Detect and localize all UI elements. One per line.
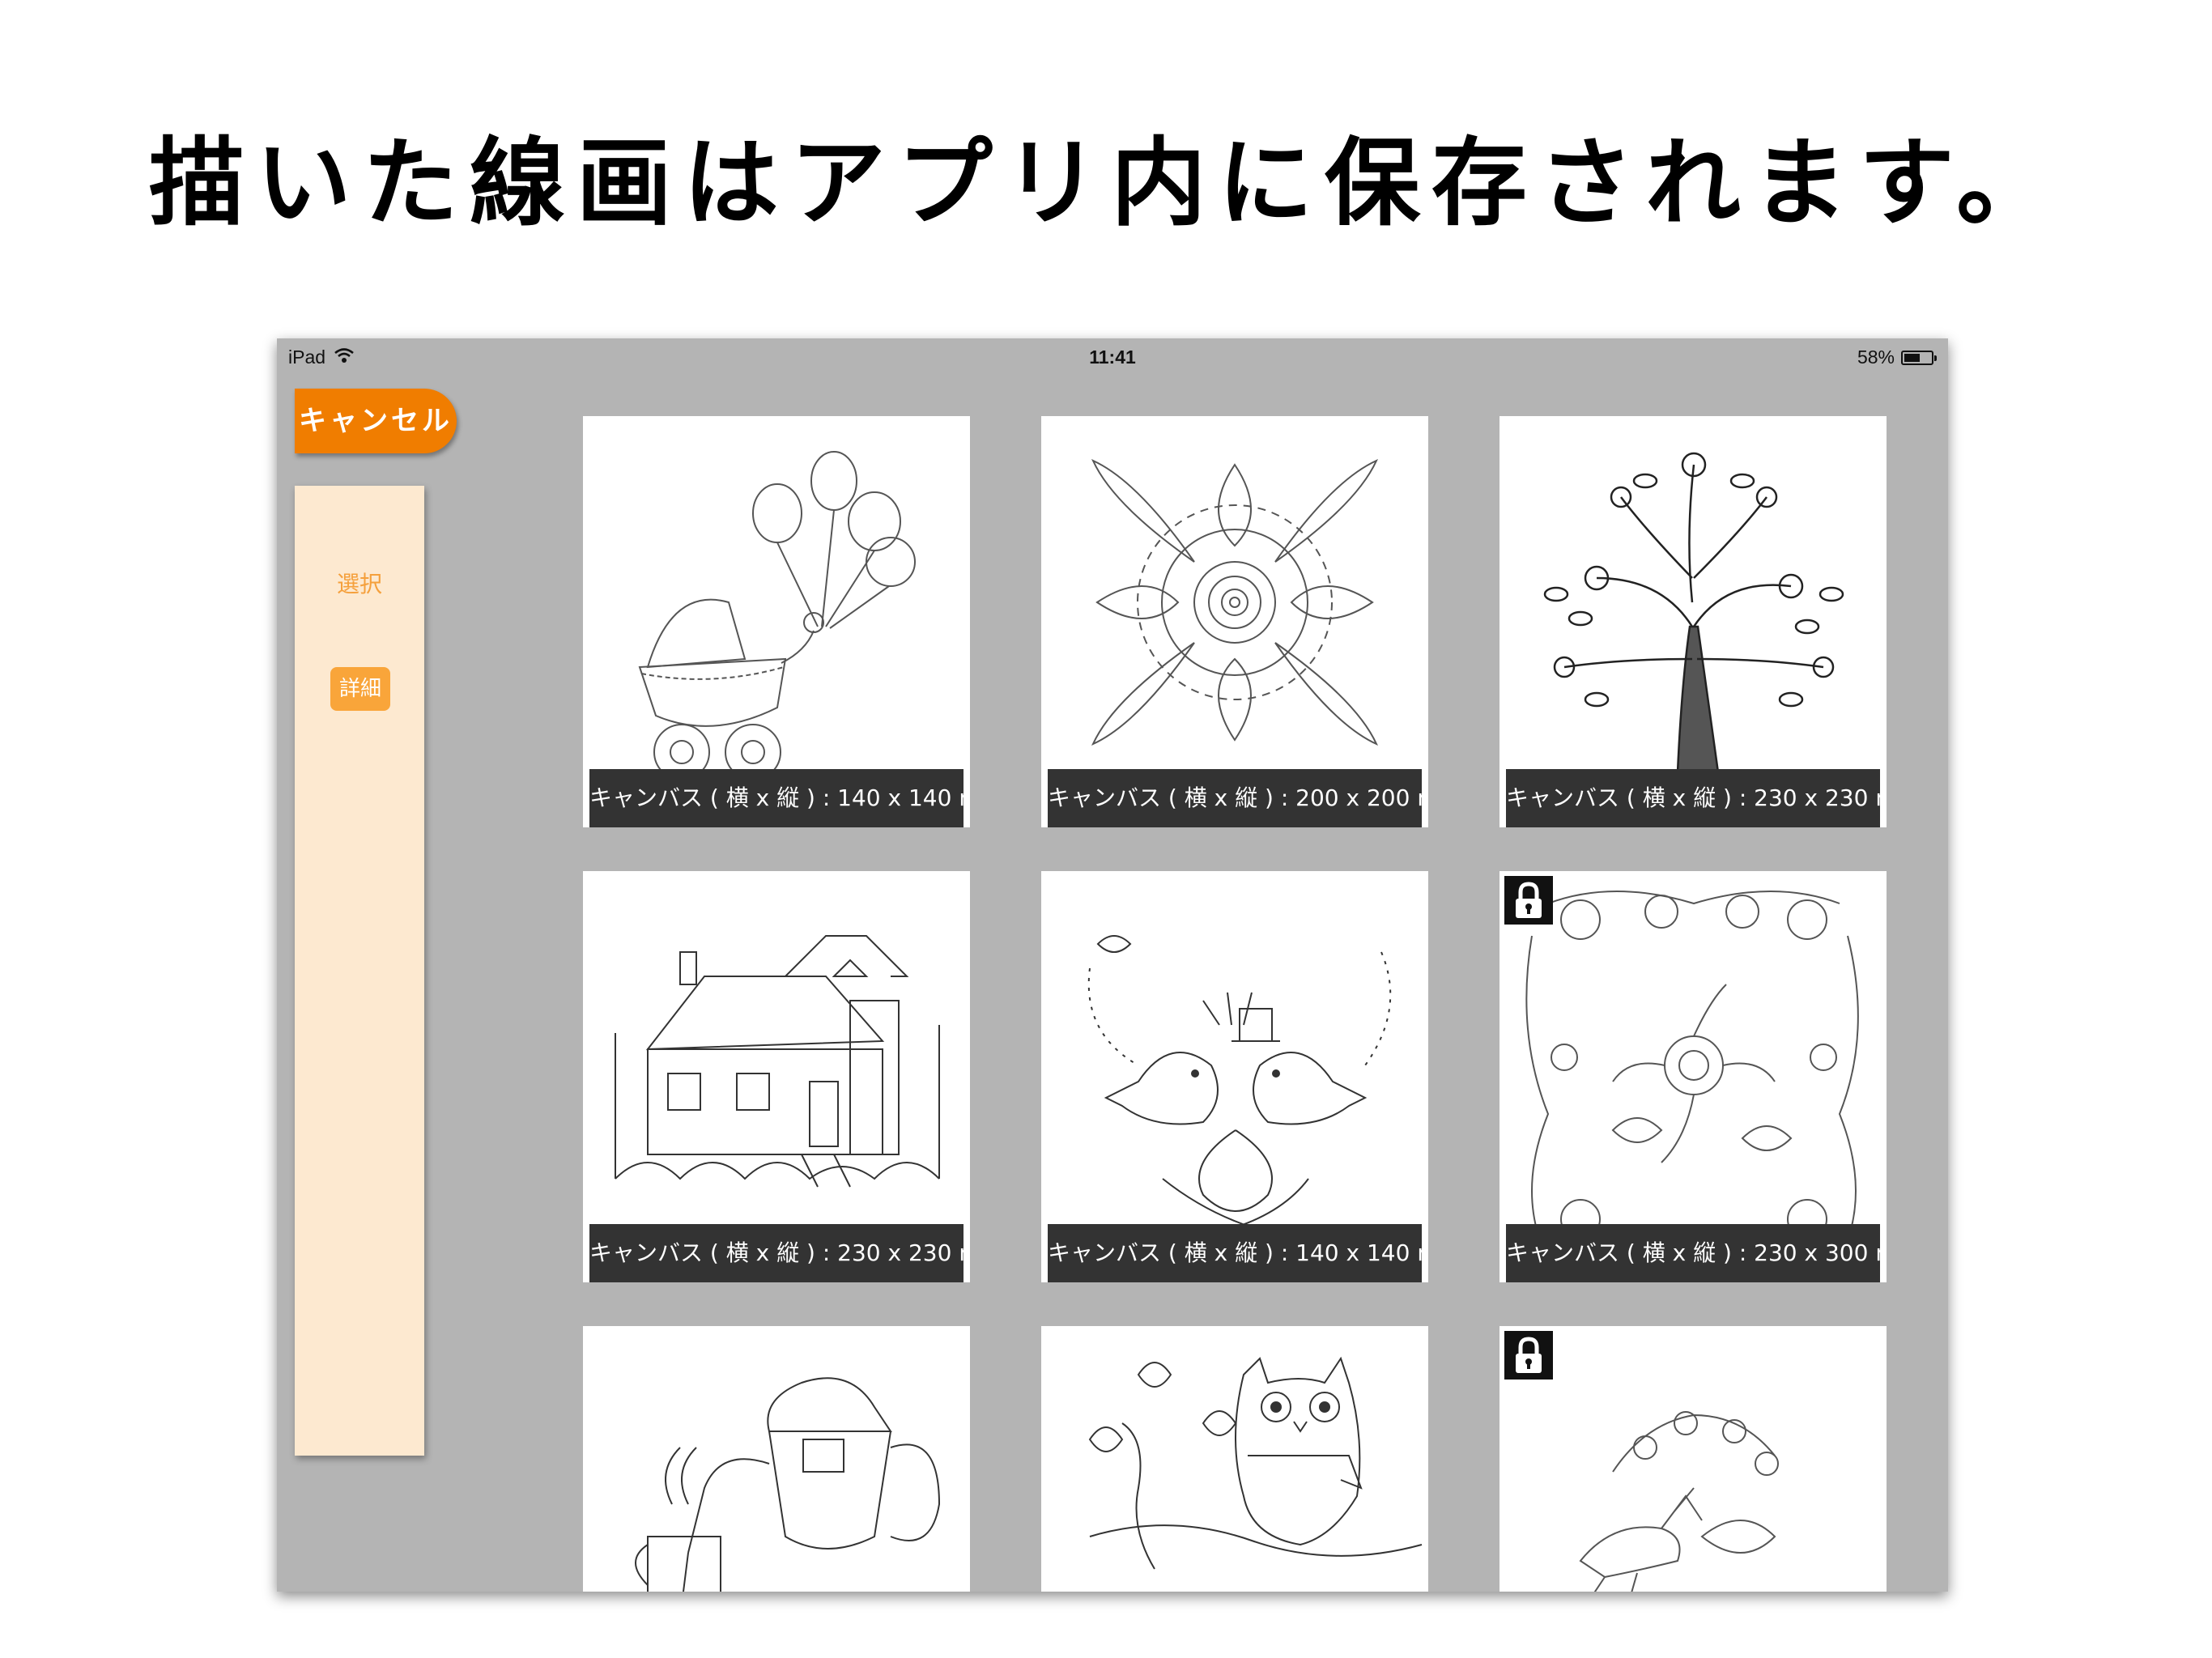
drawing-card-6[interactable]: キャンバス ( 横 x 縦 ) : 230 x 300 mm: [1499, 871, 1887, 1282]
select-button[interactable]: 選択: [295, 567, 424, 599]
drawing-card-1[interactable]: キャンバス ( 横 x 縦 ) : 140 x 140 mm: [583, 416, 970, 827]
canvas-size-caption: キャンバス ( 横 x 縦 ) : 140 x 140 mm: [589, 769, 963, 827]
love-birds-icon: [1087, 935, 1392, 1228]
drawing-card-3[interactable]: キャンバス ( 横 x 縦 ) : 230 x 230 mm: [1499, 416, 1887, 827]
drawing-card-5[interactable]: キャンバス ( 横 x 縦 ) : 140 x 140 mm: [1041, 871, 1428, 1282]
coffee-pot-icon: [635, 1377, 941, 1592]
lock-icon: [1504, 876, 1553, 925]
lock-icon: [1504, 1331, 1553, 1380]
baby-carriage-balloons-icon: [638, 451, 916, 780]
status-bar: iPad 11:41 58%: [277, 338, 1948, 374]
drawing-card-8[interactable]: [1041, 1326, 1428, 1592]
canvas-size-caption: キャンバス ( 横 x 縦 ) : 230 x 230 mm: [589, 1224, 963, 1282]
drawing-card-9[interactable]: [1499, 1326, 1887, 1592]
ipad-screen: iPad 11:41 58% キャンセル 選択 詳細 キャンバス (横 x 縦…: [277, 338, 1948, 1592]
drawing-card-2[interactable]: キャンバス ( 横 x 縦 ) : 200 x 200 mm: [1041, 416, 1428, 827]
canvas-size-caption: キャンバス ( 横 x 縦 ) : 230 x 230 mm: [1506, 769, 1880, 827]
swirly-tree-icon: [1543, 452, 1844, 774]
battery-icon: [1901, 350, 1937, 365]
canvas-size-caption: キャンバス ( 横 x 縦 ) : 140 x 140 mm: [1048, 1224, 1422, 1282]
cottage-house-icon: [615, 935, 940, 1188]
side-panel: 選択 詳細: [295, 486, 424, 1456]
cancel-button[interactable]: キャンセル: [295, 389, 457, 453]
floral-frame-icon: [1525, 891, 1859, 1261]
headline: 描いた線画はアプリ内に保存されます。: [148, 127, 2064, 239]
mandala-flower-icon: [1091, 458, 1379, 746]
battery-percent: 58%: [1857, 346, 1895, 368]
status-time: 11:41: [1089, 346, 1136, 368]
owl-on-branch-icon: [1088, 1356, 1423, 1570]
canvas-size-caption: キャンバス ( 横 x 縦 ) : 230 x 300 mm: [1506, 1224, 1880, 1282]
canvas-size-caption: キャンバス ( 横 x 縦 ) : 200 x 200 mm: [1048, 769, 1422, 827]
drawing-card-7[interactable]: [583, 1326, 970, 1592]
reindeer-ornament-icon: [1579, 1411, 1779, 1592]
drawing-card-4[interactable]: キャンバス ( 横 x 縦 ) : 230 x 230 mm: [583, 871, 970, 1282]
detail-button[interactable]: 詳細: [330, 667, 390, 711]
